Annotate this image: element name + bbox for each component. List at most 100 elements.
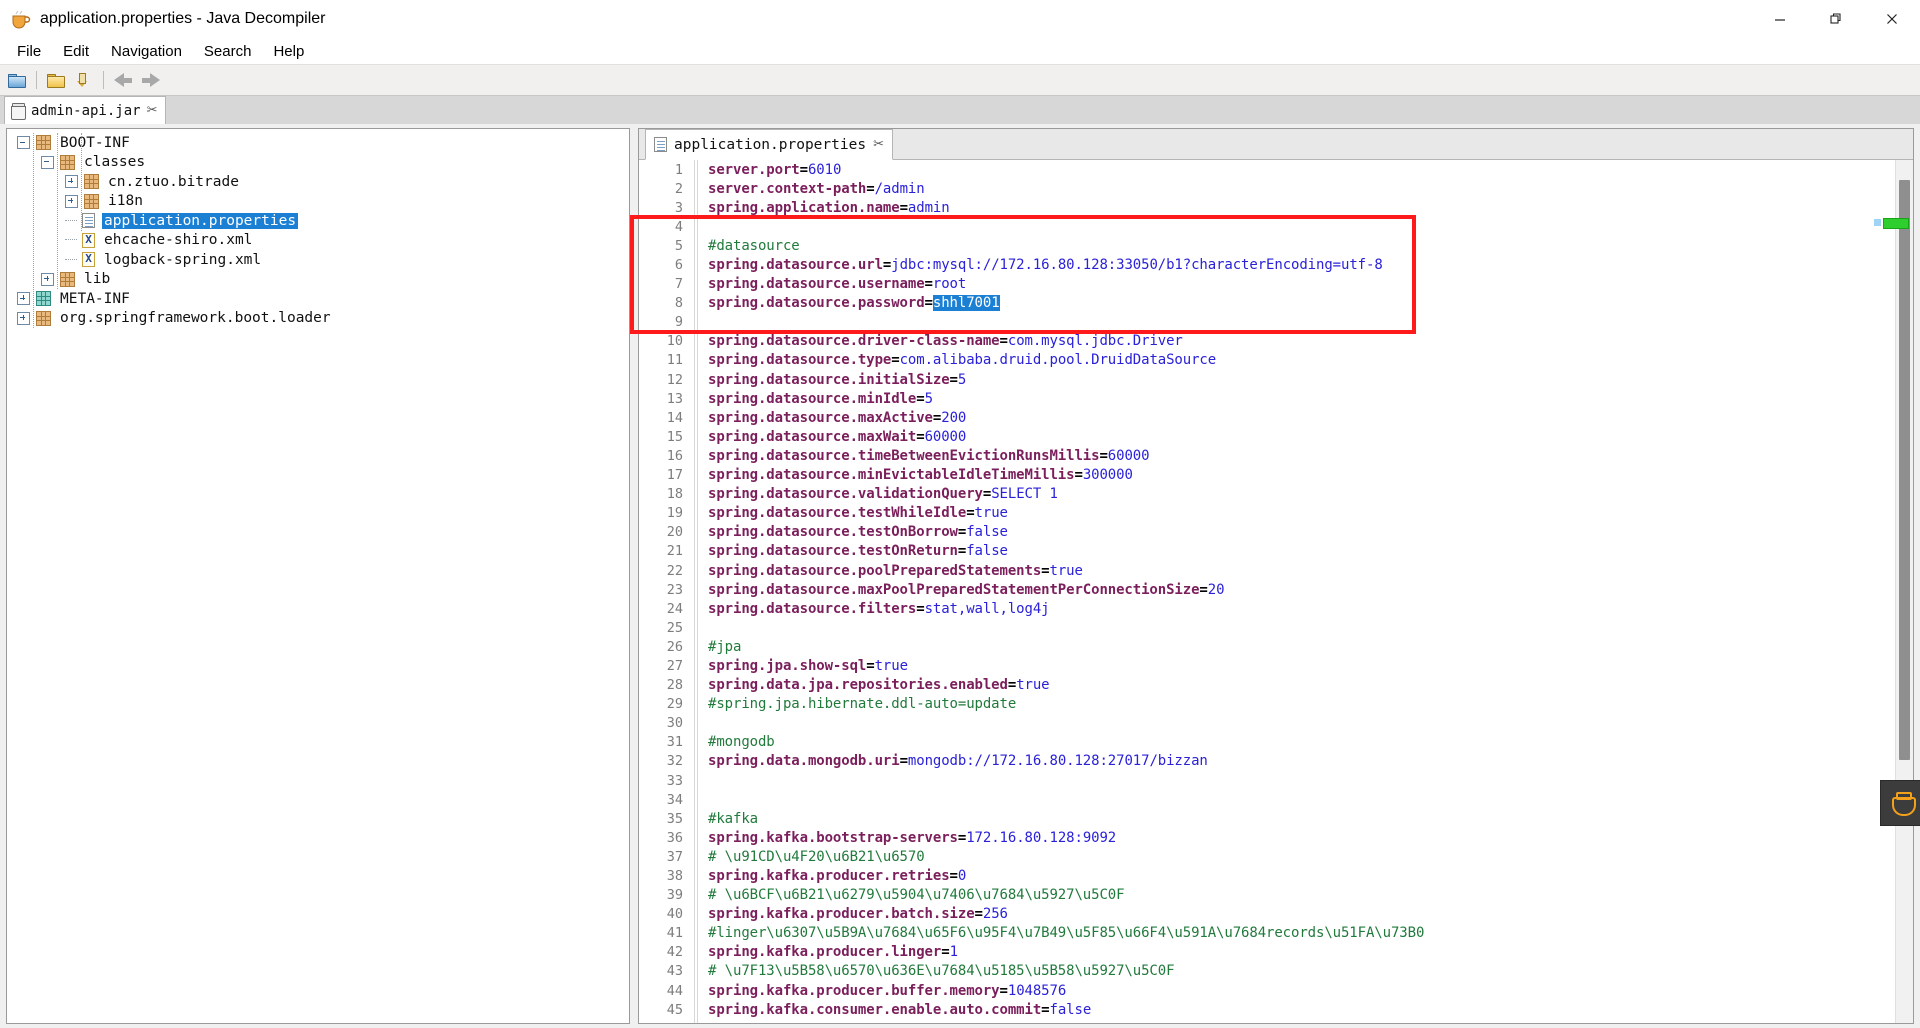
menu-search[interactable]: Search: [193, 40, 263, 63]
code-line[interactable]: 40 spring.kafka.producer.batch.size=256: [639, 905, 1896, 924]
code-line[interactable]: 32 spring.data.mongodb.uri=mongodb://172.…: [639, 752, 1896, 771]
code-line[interactable]: 36 spring.kafka.bootstrap-servers=172.16.…: [639, 828, 1896, 847]
code-line[interactable]: 22 spring.datasource.poolPreparedStatemen…: [639, 561, 1896, 580]
code-line[interactable]: 28 spring.data.jpa.repositories.enabled=t…: [639, 676, 1896, 695]
code-line[interactable]: 31 #mongodb: [639, 733, 1896, 752]
menu-navigation[interactable]: Navigation: [100, 40, 193, 63]
code-line[interactable]: 27 spring.jpa.show-sql=true: [639, 656, 1896, 675]
close-icon[interactable]: ✂: [873, 138, 884, 151]
window-controls: [1752, 0, 1920, 38]
code-line[interactable]: 38 spring.kafka.producer.retries=0: [639, 866, 1896, 885]
code-line[interactable]: 6 spring.datasource.url=jdbc:mysql://172.…: [639, 255, 1896, 274]
expand-icon[interactable]: [65, 194, 78, 208]
code-line[interactable]: 30: [639, 714, 1896, 733]
code-line[interactable]: 3 spring.application.name=admin: [639, 198, 1896, 217]
code-line[interactable]: 34: [639, 790, 1896, 809]
expand-icon[interactable]: [17, 311, 30, 325]
property-value: 5: [924, 390, 933, 407]
line-number: 16: [666, 447, 683, 464]
back-button[interactable]: [110, 68, 136, 92]
code-line[interactable]: 17 spring.datasource.minEvictableIdleTime…: [639, 466, 1896, 485]
tree-node[interactable]: classes: [7, 153, 629, 173]
collapse-icon[interactable]: [41, 155, 54, 169]
tree-node[interactable]: org.springframework.boot.loader: [7, 309, 629, 329]
close-button[interactable]: [1864, 0, 1920, 38]
tree-node[interactable]: BOOT-INF: [7, 133, 629, 153]
property-equals: =: [916, 600, 925, 617]
close-icon[interactable]: ✂: [147, 104, 158, 117]
code-line-text: spring.datasource.minEvictableIdleTimeMi…: [694, 467, 1133, 483]
code-line[interactable]: 1 server.port=6010: [639, 160, 1896, 179]
maximize-restore-button[interactable]: [1808, 0, 1864, 38]
menu-help[interactable]: Help: [262, 40, 315, 63]
code-line[interactable]: 12 spring.datasource.initialSize=5: [639, 370, 1896, 389]
xml-file-icon: [82, 232, 95, 248]
code-line[interactable]: 18 spring.datasource.validationQuery=SELE…: [639, 485, 1896, 504]
expand-icon[interactable]: [65, 175, 78, 189]
code-line[interactable]: 14 spring.datasource.maxActive=200: [639, 408, 1896, 427]
open-file-button[interactable]: [4, 68, 30, 92]
code-line[interactable]: 19 spring.datasource.testWhileIdle=true: [639, 504, 1896, 523]
code-line[interactable]: 16 spring.datasource.timeBetweenEvictionR…: [639, 446, 1896, 465]
forward-button[interactable]: [138, 68, 164, 92]
code-line[interactable]: 26 #jpa: [639, 637, 1896, 656]
code-line[interactable]: 21 spring.datasource.testOnReturn=false: [639, 542, 1896, 561]
code-line[interactable]: 15 spring.datasource.maxWait=60000: [639, 427, 1896, 446]
code-line[interactable]: 23 spring.datasource.maxPoolPreparedState…: [639, 580, 1896, 599]
code-line[interactable]: 41 #linger\u6307\u5B9A\u7684\u65F6\u95F4\…: [639, 924, 1896, 943]
property-key: spring.datasource.driver-class-name: [708, 333, 1000, 350]
line-number: 1: [674, 161, 683, 178]
code-line[interactable]: 5 #datasource: [639, 236, 1896, 255]
tree-node[interactable]: META-INF: [7, 289, 629, 309]
code-line[interactable]: 10 spring.datasource.driver-class-name=co…: [639, 332, 1896, 351]
expand-icon[interactable]: [17, 292, 30, 306]
code-line-text: spring.datasource.driver-class-name=com.…: [694, 333, 1183, 349]
tree-node[interactable]: application.properties: [7, 211, 629, 231]
code-line[interactable]: 33: [639, 771, 1896, 790]
code-line[interactable]: 9: [639, 313, 1896, 332]
property-equals: =: [899, 753, 908, 770]
minimize-button[interactable]: [1752, 0, 1808, 38]
collapse-icon[interactable]: [17, 136, 30, 150]
code-line[interactable]: 2 server.context-path=/admin: [639, 179, 1896, 198]
project-tree-panel[interactable]: BOOT-INF classes cn.ztuo.bitrade i18n applic…: [6, 128, 630, 1024]
menu-edit[interactable]: Edit: [52, 40, 100, 63]
tree-node[interactable]: i18n: [7, 192, 629, 212]
scrollbar-thumb[interactable]: [1899, 180, 1910, 760]
tree-node-label: META-INF: [60, 290, 130, 307]
code-line[interactable]: 20 spring.datasource.testOnBorrow=false: [639, 523, 1896, 542]
tree-node[interactable]: cn.ztuo.bitrade: [7, 172, 629, 192]
occurrence-marker-small: [1874, 219, 1881, 226]
open-type-button[interactable]: [43, 68, 69, 92]
corner-widget[interactable]: [1880, 780, 1920, 826]
tree-node[interactable]: lib: [7, 270, 629, 290]
code-line[interactable]: 43 # \u7F13\u5B58\u6570\u636E\u7684\u5185…: [639, 962, 1896, 981]
code-line[interactable]: 37 # \u91CD\u4F20\u6B21\u6570: [639, 847, 1896, 866]
code-line-text: #linger\u6307\u5B9A\u7684\u65F6\u95F4\u7…: [694, 925, 1424, 941]
code-line[interactable]: 13 spring.datasource.minIdle=5: [639, 389, 1896, 408]
code-line[interactable]: 42 spring.kafka.producer.linger=1: [639, 943, 1896, 962]
tree-node-label: lib: [84, 271, 111, 288]
jar-tab-admin-api[interactable]: admin-api.jar ✂: [4, 96, 167, 124]
code-line[interactable]: 29 #spring.jpa.hibernate.ddl-auto=update: [639, 695, 1896, 714]
editor-tab-application-properties[interactable]: application.properties ✂: [645, 129, 893, 160]
code-line[interactable]: 4: [639, 217, 1896, 236]
code-line[interactable]: 39 # \u6BCF\u6B21\u6279\u5904\u7406\u7684…: [639, 886, 1896, 905]
save-as-button[interactable]: [71, 68, 97, 92]
tree-node[interactable]: ehcache-shiro.xml: [7, 231, 629, 251]
code-line[interactable]: 11 spring.datasource.type=com.alibaba.dru…: [639, 351, 1896, 370]
code-line[interactable]: 25: [639, 618, 1896, 637]
code-line[interactable]: 45 spring.kafka.consumer.enable.auto.comm…: [639, 1000, 1896, 1019]
menu-file[interactable]: File: [6, 40, 52, 63]
code-line[interactable]: 8 spring.datasource.password=shhl7001: [639, 294, 1896, 313]
expand-icon[interactable]: [41, 272, 54, 286]
property-key: spring.datasource.testOnReturn: [708, 543, 958, 560]
code-line[interactable]: 7 spring.datasource.username=root: [639, 275, 1896, 294]
editor-vertical-scrollbar[interactable]: [1895, 160, 1913, 1023]
code-line[interactable]: 44 spring.kafka.producer.buffer.memory=10…: [639, 981, 1896, 1000]
line-number: 38: [666, 868, 683, 885]
code-line[interactable]: 24 spring.datasource.filters=stat,wall,lo…: [639, 599, 1896, 618]
code-editor[interactable]: 1 server.port=6010 2 server.context-path=/a…: [639, 160, 1913, 1023]
tree-node[interactable]: logback-spring.xml: [7, 250, 629, 270]
code-line[interactable]: 35 #kafka: [639, 809, 1896, 828]
